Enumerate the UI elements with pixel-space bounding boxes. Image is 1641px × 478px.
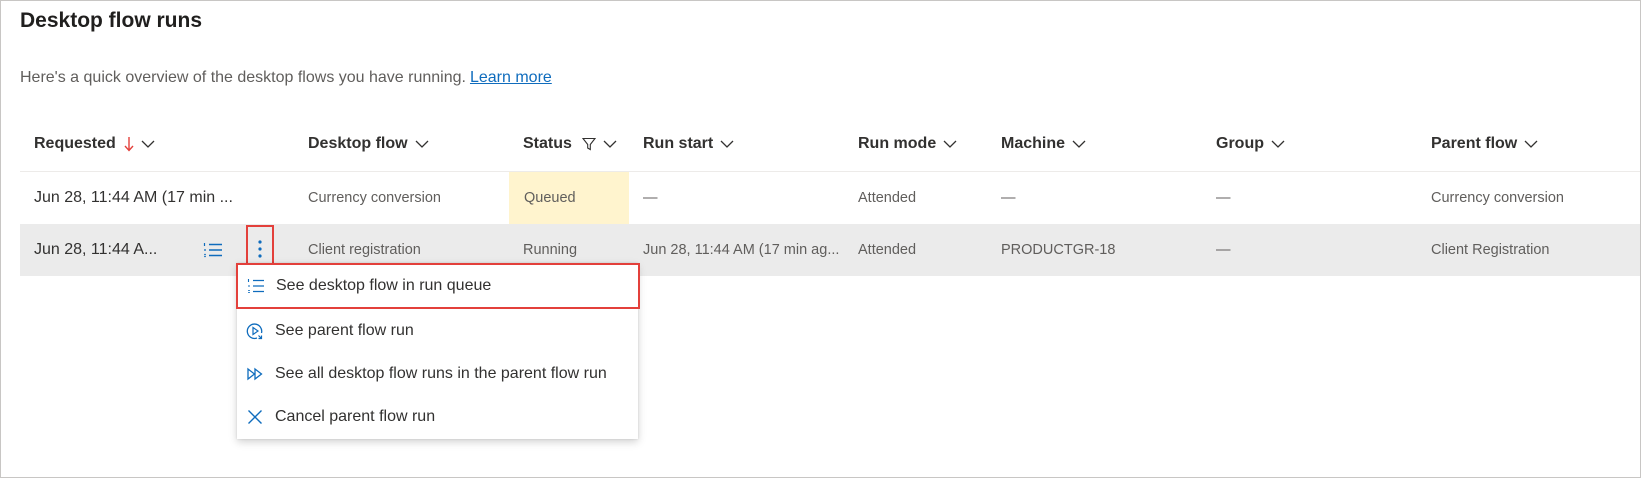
- chevron-down-icon: [141, 140, 155, 148]
- fast-forward-icon: [247, 367, 263, 380]
- cell-requested: Jun 28, 11:44 AM (17 min ...: [34, 189, 233, 206]
- cell-group: —: [1216, 190, 1231, 206]
- cell-machine: —: [1001, 190, 1016, 206]
- cell-desktop-flow: Currency conversion: [308, 190, 441, 206]
- column-label: Group: [1216, 135, 1264, 152]
- run-queue-icon: [247, 279, 264, 294]
- chevron-down-icon: [603, 140, 617, 148]
- filter-icon: [581, 137, 596, 151]
- menu-item-label: Cancel parent flow run: [275, 407, 436, 425]
- column-header-group[interactable]: Group: [1216, 117, 1285, 171]
- menu-item-label: See desktop flow in run queue: [276, 277, 492, 294]
- parent-flow-icon: [246, 322, 263, 339]
- menu-item-label: See parent flow run: [275, 321, 414, 339]
- chevron-down-icon: [1524, 140, 1538, 148]
- menu-item-see-parent-flow-run[interactable]: See parent flow run: [237, 309, 638, 352]
- cell-requested: Jun 28, 11:44 A...: [34, 241, 158, 258]
- column-header-desktop-flow[interactable]: Desktop flow: [308, 117, 429, 171]
- learn-more-link[interactable]: Learn more: [470, 69, 552, 86]
- intro-text: Here's a quick overview of the desktop f…: [20, 69, 466, 86]
- menu-item-cancel-parent-flow-run[interactable]: Cancel parent flow run: [237, 395, 638, 438]
- cell-group: —: [1216, 242, 1231, 258]
- context-menu: See desktop flow in run queue See parent…: [236, 263, 640, 439]
- chevron-down-icon: [1271, 140, 1285, 148]
- run-queue-icon[interactable]: [200, 224, 226, 276]
- chevron-down-icon: [1072, 140, 1086, 148]
- cell-parent-flow: Client Registration: [1431, 242, 1550, 258]
- column-header-status[interactable]: Status: [523, 117, 617, 171]
- chevron-down-icon: [720, 140, 734, 148]
- column-header-run-start[interactable]: Run start: [643, 117, 734, 171]
- cell-run-start: —: [643, 190, 658, 206]
- menu-item-label: See all desktop flow runs in the parent …: [275, 364, 607, 382]
- column-label: Parent flow: [1431, 135, 1518, 152]
- column-header-parent-flow[interactable]: Parent flow: [1431, 117, 1538, 171]
- run-queue-icon-glyph: [203, 243, 222, 258]
- more-vertical-icon: [258, 239, 262, 258]
- chevron-down-icon: [943, 140, 957, 148]
- intro-text-block: Here's a quick overview of the desktop f…: [20, 69, 552, 87]
- close-icon: [248, 409, 262, 424]
- menu-item-see-run-queue[interactable]: See desktop flow in run queue: [236, 263, 640, 309]
- sort-descending-icon: [124, 137, 134, 152]
- table-header: Requested Desktop flow Status Run start …: [20, 117, 1640, 172]
- column-label: Requested: [34, 135, 116, 152]
- status-badge: Queued: [509, 172, 629, 224]
- page-title: Desktop flow runs: [20, 9, 203, 32]
- cell-parent-flow: Currency conversion: [1431, 190, 1564, 206]
- cell-machine: PRODUCTGR-18: [1001, 242, 1116, 258]
- menu-item-see-all-desktop-runs[interactable]: See all desktop flow runs in the parent …: [237, 352, 638, 395]
- column-label: Run start: [643, 135, 714, 152]
- column-header-requested[interactable]: Requested: [34, 117, 155, 171]
- cell-run-mode: Attended: [858, 242, 917, 258]
- column-header-machine[interactable]: Machine: [1001, 117, 1086, 171]
- column-label: Machine: [1001, 135, 1066, 152]
- desktop-flow-runs-panel: Desktop flow runs Here's a quick overvie…: [0, 0, 1641, 478]
- cell-run-start: Jun 28, 11:44 AM (17 min ag...: [643, 242, 840, 258]
- cell-run-mode: Attended: [858, 190, 917, 206]
- column-header-run-mode[interactable]: Run mode: [858, 117, 957, 171]
- column-label: Status: [523, 135, 572, 152]
- column-label: Run mode: [858, 135, 937, 152]
- table-row[interactable]: Jun 28, 11:44 AM (17 min ... Currency co…: [20, 172, 1640, 224]
- chevron-down-icon: [415, 140, 429, 148]
- column-label: Desktop flow: [308, 135, 408, 152]
